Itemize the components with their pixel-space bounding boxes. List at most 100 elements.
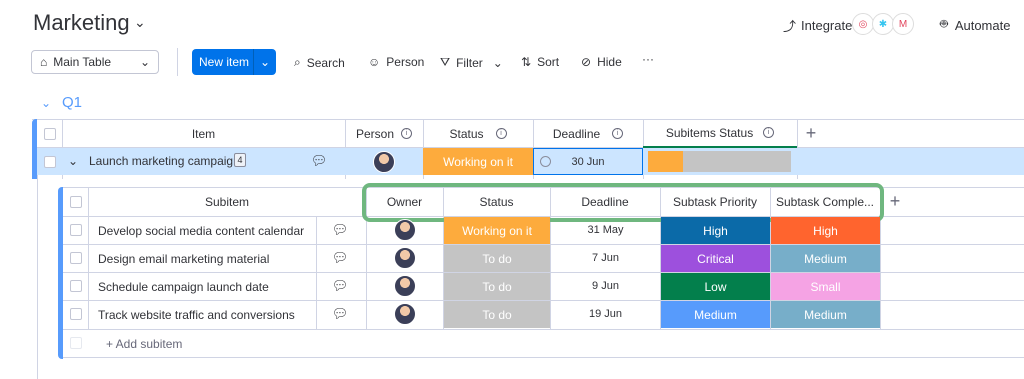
subitem-checkbox-cell <box>63 272 88 300</box>
priority-cell[interactable]: Critical <box>661 245 770 272</box>
col-subitems-status-header[interactable]: Subitems Status i <box>643 119 797 148</box>
person-button[interactable]: ☺ Person <box>368 55 424 69</box>
subitem-status-label: To do <box>482 307 512 322</box>
col-deadline-header[interactable]: Deadline i <box>533 119 643 148</box>
subitems-status-bar[interactable] <box>648 151 791 172</box>
subitem-count-badge[interactable]: 4 <box>234 153 246 167</box>
subitem-status-cell[interactable]: To do <box>444 245 550 272</box>
col-item-header[interactable]: Item <box>62 119 345 148</box>
gear-icon: ◎ <box>852 13 874 35</box>
priority-label: Critical <box>697 251 734 266</box>
col-status-header[interactable]: Status i <box>423 119 533 148</box>
robot-icon: 🤖︎ <box>940 16 948 31</box>
subitem-checkbox[interactable] <box>69 308 82 320</box>
chevron-down-icon[interactable]: ⌄ <box>254 55 276 69</box>
integration-icons[interactable]: ◎ ✱ M <box>852 13 914 35</box>
chevron-down-icon[interactable]: ⌄ <box>493 56 503 70</box>
col-subitem-header[interactable]: Subitem <box>88 187 366 216</box>
add-column-button[interactable]: + <box>800 119 822 148</box>
deadline-circle-icon[interactable] <box>540 156 551 167</box>
home-icon: ⌂ <box>40 55 48 69</box>
tree-line <box>37 175 38 379</box>
add-subitem-column-button[interactable]: + <box>884 187 906 216</box>
subitem-deadline-cell[interactable]: 9 Jun <box>551 272 660 300</box>
subitem-status-cell[interactable]: Working on it <box>444 217 550 244</box>
subitem-name[interactable]: Track website traffic and conversions <box>98 308 295 322</box>
integrate-button[interactable]: ⤴ Integrate <box>783 16 852 35</box>
subitem-name[interactable]: Schedule campaign launch date <box>98 280 269 294</box>
new-item-button[interactable]: New item ⌄ <box>192 49 276 75</box>
complexity-cell[interactable]: Small <box>771 273 880 300</box>
subitem-status-label: Working on it <box>462 223 532 238</box>
info-icon[interactable]: i <box>612 128 624 139</box>
info-icon[interactable]: i <box>401 128 413 139</box>
subitem-checkbox[interactable] <box>69 224 82 236</box>
subitem-deadline-cell[interactable]: 7 Jun <box>551 244 660 272</box>
add-update-icon[interactable]: 💬︎ <box>330 303 350 325</box>
search-button[interactable]: ⌕ Search <box>294 55 345 70</box>
automate-button[interactable]: 🤖︎ Automate <box>940 16 1010 34</box>
owner-cell <box>366 272 443 300</box>
item-name[interactable]: Launch marketing campaign <box>89 154 240 168</box>
divider <box>316 216 317 330</box>
item-status-label: Working on it <box>443 154 513 169</box>
info-icon[interactable]: i <box>763 127 775 138</box>
owner-cell <box>366 244 443 272</box>
avatar[interactable] <box>393 303 416 325</box>
col-person-header[interactable]: Person i <box>345 119 423 148</box>
add-update-icon[interactable]: 💬︎ <box>309 150 329 172</box>
avatar[interactable] <box>393 247 416 269</box>
integrate-label: Integrate <box>801 18 853 33</box>
chevron-down-icon[interactable]: ⌄ <box>68 154 78 168</box>
select-all-checkbox[interactable] <box>43 127 56 140</box>
chevron-down-icon[interactable]: ⌄ <box>41 96 51 110</box>
subitem-status-cell[interactable]: To do <box>444 273 550 300</box>
priority-cell[interactable]: Medium <box>661 301 770 328</box>
select-all-subitems-checkbox[interactable] <box>69 195 82 208</box>
subitem-status-cell[interactable]: To do <box>444 301 550 328</box>
view-select[interactable]: ⌂ Main Table ⌄ <box>31 50 159 74</box>
priority-cell[interactable]: High <box>661 217 770 244</box>
hide-button[interactable]: ⊘ Hide <box>581 55 622 69</box>
divider <box>63 357 1024 358</box>
complexity-cell[interactable]: Medium <box>771 301 880 328</box>
search-icon: ⌕ <box>294 55 301 69</box>
subitem-name[interactable]: Design email marketing material <box>98 252 269 266</box>
owner-cell <box>366 216 443 244</box>
chevron-down-icon[interactable]: ⌄ <box>134 14 146 31</box>
more-button[interactable]: ··· <box>642 52 654 66</box>
priority-label: Medium <box>694 307 737 322</box>
item-checkbox[interactable] <box>43 155 56 168</box>
subitem-checkbox-cell <box>63 216 88 244</box>
priority-cell[interactable]: Low <box>661 273 770 300</box>
add-update-icon[interactable]: 💬︎ <box>330 219 350 241</box>
complexity-label: Medium <box>804 251 847 266</box>
item-checkbox-cell <box>37 148 62 175</box>
avatar[interactable] <box>373 150 395 173</box>
item-deadline-cell[interactable]: 30 Jun <box>533 148 643 175</box>
person-cell <box>345 148 423 175</box>
subitem-deadline-cell[interactable]: 31 May <box>551 216 660 244</box>
subitem-checkbox[interactable] <box>69 280 82 292</box>
subitem-checkbox-cell <box>63 244 88 272</box>
gmail-icon: M <box>892 13 914 35</box>
add-update-icon[interactable]: 💬︎ <box>330 247 350 269</box>
new-item-label: New item <box>199 55 250 69</box>
subitem-checkbox[interactable] <box>69 252 82 264</box>
avatar[interactable] <box>393 219 416 241</box>
sort-button[interactable]: ⇅ Sort <box>521 55 559 69</box>
info-icon[interactable]: i <box>495 128 507 139</box>
board-title[interactable]: Marketing <box>33 10 130 36</box>
filter-button[interactable]: ⛛ Filter ⌄ <box>440 55 503 70</box>
complexity-cell[interactable]: Medium <box>771 245 880 272</box>
header-checkbox-cell <box>37 119 62 148</box>
add-update-icon[interactable]: 💬︎ <box>330 275 350 297</box>
add-subitem-button[interactable]: + Add subitem <box>106 337 182 351</box>
item-status-cell[interactable]: Working on it <box>423 148 533 175</box>
group-title[interactable]: Q1 <box>62 94 82 111</box>
subitem-name[interactable]: Develop social media content calendar <box>98 224 304 238</box>
col-status-label: Status <box>449 126 484 141</box>
avatar[interactable] <box>393 275 416 297</box>
subitem-deadline-cell[interactable]: 19 Jun <box>551 300 660 328</box>
complexity-cell[interactable]: High <box>771 217 880 244</box>
